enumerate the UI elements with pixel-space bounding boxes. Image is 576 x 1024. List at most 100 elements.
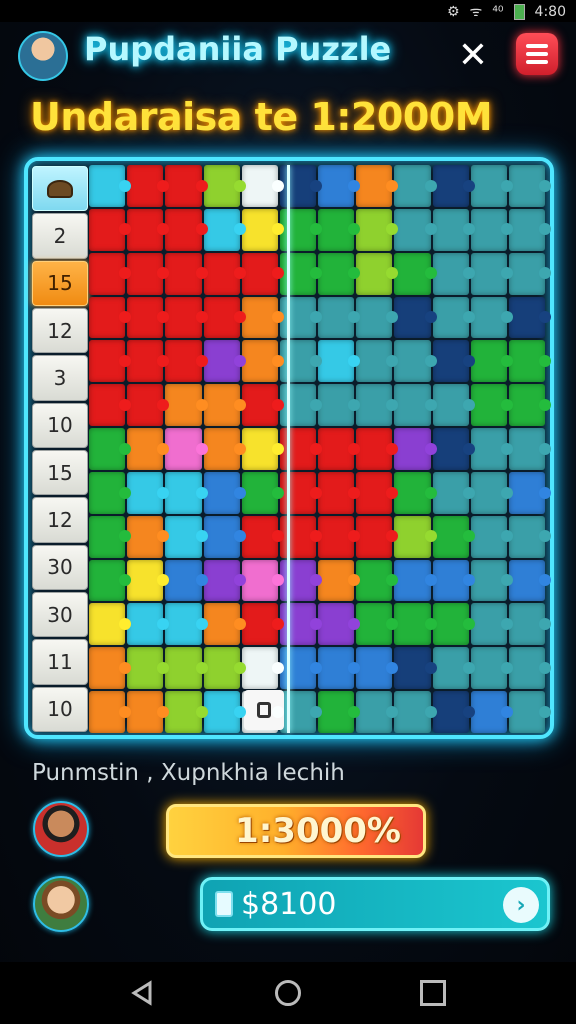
puzzle-piece[interactable] xyxy=(432,384,469,427)
puzzle-piece[interactable] xyxy=(318,471,355,514)
puzzle-piece[interactable] xyxy=(394,384,431,427)
player-avatar-2[interactable] xyxy=(33,876,89,932)
puzzle-piece[interactable] xyxy=(356,691,393,733)
piece-pile-button[interactable] xyxy=(32,166,88,212)
puzzle-piece[interactable] xyxy=(203,603,240,646)
puzzle-piece[interactable] xyxy=(127,296,164,339)
row-number[interactable]: 10 xyxy=(32,402,88,448)
puzzle-piece[interactable] xyxy=(279,252,316,295)
puzzle-piece[interactable] xyxy=(89,340,126,383)
chevron-right-icon[interactable]: › xyxy=(503,887,539,923)
row-number[interactable]: 30 xyxy=(32,591,88,638)
puzzle-piece[interactable] xyxy=(432,603,469,646)
puzzle-piece[interactable] xyxy=(318,384,355,427)
puzzle-piece[interactable] xyxy=(241,296,278,339)
puzzle-piece[interactable] xyxy=(165,515,202,558)
puzzle-piece[interactable] xyxy=(127,559,164,602)
puzzle-piece[interactable] xyxy=(508,384,545,427)
puzzle-piece[interactable] xyxy=(394,691,431,733)
puzzle-piece[interactable] xyxy=(165,471,202,514)
puzzle-piece[interactable] xyxy=(165,208,202,251)
puzzle-piece[interactable] xyxy=(394,471,431,514)
puzzle-piece[interactable] xyxy=(318,559,355,602)
puzzle-piece[interactable] xyxy=(89,165,126,207)
puzzle-piece[interactable] xyxy=(127,340,164,383)
puzzle-piece[interactable] xyxy=(89,208,126,251)
row-number[interactable]: 30 xyxy=(32,544,88,590)
puzzle-piece[interactable] xyxy=(203,559,240,602)
puzzle-piece[interactable] xyxy=(394,428,431,470)
puzzle-piece[interactable] xyxy=(318,515,355,558)
puzzle-piece[interactable] xyxy=(89,603,126,646)
puzzle-piece[interactable] xyxy=(318,340,355,383)
puzzle-piece[interactable] xyxy=(165,384,202,427)
puzzle-piece[interactable] xyxy=(203,471,240,514)
puzzle-piece[interactable] xyxy=(127,208,164,251)
money-button[interactable]: $8100 › xyxy=(200,877,550,931)
puzzle-piece[interactable] xyxy=(89,296,126,339)
puzzle-piece[interactable] xyxy=(165,340,202,383)
row-number[interactable]: 2 xyxy=(32,213,88,259)
puzzle-piece[interactable] xyxy=(470,603,507,646)
row-number[interactable]: 11 xyxy=(32,639,88,685)
puzzle-piece[interactable] xyxy=(279,471,316,514)
puzzle-piece[interactable] xyxy=(318,691,355,733)
puzzle-piece[interactable] xyxy=(127,165,164,207)
puzzle-piece[interactable] xyxy=(89,647,126,690)
puzzle-piece[interactable] xyxy=(279,603,316,646)
puzzle-piece[interactable] xyxy=(508,603,545,646)
puzzle-grid[interactable] xyxy=(89,165,545,733)
puzzle-piece[interactable] xyxy=(279,340,316,383)
puzzle-piece[interactable] xyxy=(241,471,278,514)
puzzle-piece[interactable] xyxy=(318,165,355,207)
puzzle-piece[interactable] xyxy=(508,252,545,295)
puzzle-piece[interactable] xyxy=(165,296,202,339)
puzzle-piece[interactable] xyxy=(508,340,545,383)
puzzle-piece[interactable] xyxy=(127,471,164,514)
puzzle-piece[interactable] xyxy=(508,515,545,558)
puzzle-piece[interactable] xyxy=(203,647,240,690)
puzzle-piece[interactable] xyxy=(241,647,278,690)
puzzle-piece[interactable] xyxy=(394,252,431,295)
puzzle-piece[interactable] xyxy=(89,384,126,427)
puzzle-piece[interactable] xyxy=(470,165,507,207)
puzzle-piece[interactable] xyxy=(203,296,240,339)
puzzle-piece[interactable] xyxy=(241,603,278,646)
puzzle-piece[interactable] xyxy=(508,428,545,470)
puzzle-piece[interactable] xyxy=(241,384,278,427)
puzzle-piece[interactable] xyxy=(470,252,507,295)
puzzle-piece[interactable] xyxy=(432,471,469,514)
puzzle-piece[interactable] xyxy=(508,647,545,690)
puzzle-piece[interactable] xyxy=(241,428,278,470)
puzzle-piece[interactable] xyxy=(279,384,316,427)
puzzle-piece[interactable] xyxy=(394,340,431,383)
close-button[interactable]: ✕ xyxy=(452,34,494,76)
puzzle-piece[interactable] xyxy=(89,515,126,558)
puzzle-piece[interactable] xyxy=(356,603,393,646)
puzzle-piece[interactable] xyxy=(356,252,393,295)
puzzle-piece[interactable] xyxy=(165,559,202,602)
puzzle-piece[interactable] xyxy=(318,428,355,470)
puzzle-piece[interactable] xyxy=(508,165,545,207)
puzzle-piece[interactable] xyxy=(432,559,469,602)
puzzle-piece[interactable] xyxy=(356,428,393,470)
puzzle-piece[interactable] xyxy=(203,252,240,295)
puzzle-piece[interactable] xyxy=(470,559,507,602)
puzzle-piece[interactable] xyxy=(165,691,202,733)
puzzle-piece[interactable] xyxy=(356,296,393,339)
puzzle-piece[interactable] xyxy=(127,515,164,558)
menu-button[interactable] xyxy=(516,33,558,75)
puzzle-piece[interactable] xyxy=(508,208,545,251)
puzzle-piece[interactable] xyxy=(127,384,164,427)
puzzle-piece[interactable] xyxy=(318,603,355,646)
puzzle-piece[interactable] xyxy=(432,252,469,295)
puzzle-piece[interactable] xyxy=(127,428,164,470)
home-icon[interactable] xyxy=(275,980,301,1006)
puzzle-piece[interactable] xyxy=(508,471,545,514)
puzzle-piece[interactable] xyxy=(127,647,164,690)
puzzle-piece[interactable] xyxy=(165,252,202,295)
profile-avatar[interactable] xyxy=(18,31,68,81)
puzzle-piece[interactable] xyxy=(432,515,469,558)
puzzle-piece[interactable] xyxy=(356,340,393,383)
puzzle-piece[interactable] xyxy=(356,471,393,514)
